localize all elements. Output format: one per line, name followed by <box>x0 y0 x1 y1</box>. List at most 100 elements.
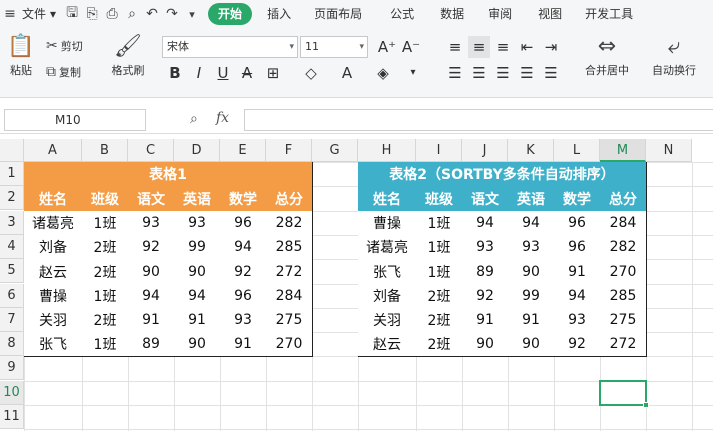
table2-data-cell[interactable]: 93 <box>554 308 601 333</box>
table1-header-cell[interactable]: 数学 <box>220 186 267 212</box>
table2-data-cell[interactable]: 94 <box>508 211 555 236</box>
table1-data-cell[interactable]: 赵云 <box>24 259 83 285</box>
tab-review[interactable]: 审阅 <box>476 0 524 28</box>
table1-data-cell[interactable]: 1班 <box>82 332 129 357</box>
table2-data-cell[interactable]: 284 <box>600 211 647 236</box>
table2-title[interactable]: 表格2（SORTBY多条件自动排序） <box>358 162 647 187</box>
table2-data-cell[interactable]: 99 <box>508 284 555 309</box>
decrease-font-icon[interactable]: A⁻ <box>400 36 422 58</box>
table1-data-cell[interactable]: 2班 <box>82 259 129 285</box>
row-header-9[interactable]: 9 <box>0 356 24 380</box>
copy-button[interactable]: ⧉ 复制 <box>46 61 81 83</box>
table2-data-cell[interactable]: 91 <box>462 308 509 333</box>
table1-header-cell[interactable]: 姓名 <box>24 186 83 212</box>
tab-data[interactable]: 数据 <box>428 0 476 28</box>
underline-icon[interactable]: U <box>212 62 234 84</box>
table2-data-cell[interactable]: 96 <box>554 211 601 236</box>
row-header-1[interactable]: 1 <box>0 162 24 186</box>
column-header-f[interactable]: F <box>266 139 312 162</box>
table1-data-cell[interactable]: 2班 <box>82 235 129 260</box>
column-header-e[interactable]: E <box>220 139 266 162</box>
table2-data-cell[interactable]: 90 <box>508 332 555 357</box>
column-header-d[interactable]: D <box>174 139 220 162</box>
save-icon[interactable]: 🖫 <box>62 0 82 28</box>
table1-data-cell[interactable]: 92 <box>220 259 267 285</box>
export-pdf-icon[interactable]: ⎘ <box>82 0 102 28</box>
cut-button[interactable]: ✂ 剪切 <box>46 35 83 57</box>
paste-button[interactable]: 📋 粘贴 <box>4 32 38 78</box>
row-header-5[interactable]: 5 <box>0 259 24 283</box>
table2-data-cell[interactable]: 刘备 <box>358 284 417 309</box>
table1-header-cell[interactable]: 英语 <box>174 186 221 212</box>
row-header-10[interactable]: 10 <box>0 381 24 405</box>
table1-data-cell[interactable]: 关羽 <box>24 308 83 333</box>
table1-data-cell[interactable]: 94 <box>128 284 175 309</box>
table2-header-cell[interactable]: 英语 <box>508 186 555 212</box>
table1-data-cell[interactable]: 270 <box>266 332 313 357</box>
redo-icon[interactable]: ↷ <box>162 0 182 28</box>
wrap-text-button[interactable]: ⤶ 自动换行 <box>646 32 702 78</box>
table2-data-cell[interactable]: 89 <box>462 259 509 285</box>
table1-header-cell[interactable]: 总分 <box>266 186 313 212</box>
merge-center-button[interactable]: ⇔ 合并居中 <box>576 32 638 78</box>
row-header-11[interactable]: 11 <box>0 405 24 429</box>
table2-data-cell[interactable]: 92 <box>462 284 509 309</box>
tab-insert[interactable]: 插入 <box>258 0 300 28</box>
table2-data-cell[interactable]: 94 <box>554 284 601 309</box>
table1-data-cell[interactable]: 1班 <box>82 284 129 309</box>
table1-data-cell[interactable]: 275 <box>266 308 313 333</box>
column-header-j[interactable]: J <box>462 139 508 162</box>
formula-input[interactable] <box>244 109 713 131</box>
tab-page-layout[interactable]: 页面布局 <box>300 0 376 28</box>
fx-icon[interactable]: fx <box>216 110 229 126</box>
row-header-2[interactable]: 2 <box>0 186 24 210</box>
column-header-l[interactable]: L <box>554 139 600 162</box>
table2-data-cell[interactable]: 诸葛亮 <box>358 235 417 260</box>
tab-view[interactable]: 视图 <box>524 0 576 28</box>
table2-data-cell[interactable]: 282 <box>600 235 647 260</box>
font-name-select[interactable]: 宋体 ▾ <box>162 36 298 58</box>
strikethrough-icon[interactable]: A <box>236 62 258 84</box>
table1-data-cell[interactable]: 93 <box>220 308 267 333</box>
table1-data-cell[interactable]: 285 <box>266 235 313 260</box>
row-header-6[interactable]: 6 <box>0 284 24 308</box>
table1-data-cell[interactable]: 91 <box>174 308 221 333</box>
table1-data-cell[interactable]: 96 <box>220 284 267 309</box>
align-right-icon[interactable]: ☰ <box>492 62 514 84</box>
table2-data-cell[interactable]: 曹操 <box>358 211 417 236</box>
table1-data-cell[interactable]: 诸葛亮 <box>24 211 83 236</box>
table1-data-cell[interactable]: 96 <box>220 211 267 236</box>
align-center-icon[interactable]: ☰ <box>468 62 490 84</box>
table1-data-cell[interactable]: 93 <box>128 211 175 236</box>
table2-data-cell[interactable]: 赵云 <box>358 332 417 357</box>
indent-decrease-icon[interactable]: ⇤ <box>516 36 538 58</box>
column-header-c[interactable]: C <box>128 139 174 162</box>
table2-data-cell[interactable]: 272 <box>600 332 647 357</box>
table2-data-cell[interactable]: 285 <box>600 284 647 309</box>
table2-header-cell[interactable]: 数学 <box>554 186 601 212</box>
align-bottom-icon[interactable]: ≡ <box>492 36 514 58</box>
border-icon[interactable]: ⊞ <box>262 62 284 84</box>
table1-header-cell[interactable]: 班级 <box>82 186 129 212</box>
distribute-icon[interactable]: ☰ <box>540 62 562 84</box>
table1-data-cell[interactable]: 93 <box>174 211 221 236</box>
tab-home[interactable]: 开始 <box>208 3 253 25</box>
column-header-a[interactable]: A <box>24 139 82 162</box>
print-preview-icon[interactable]: ⌕ <box>122 0 142 28</box>
more-format-icon[interactable]: ▾ <box>402 62 424 84</box>
table1-data-cell[interactable]: 92 <box>128 235 175 260</box>
justify-icon[interactable]: ☰ <box>516 62 538 84</box>
table1-data-cell[interactable]: 284 <box>266 284 313 309</box>
table2-data-cell[interactable]: 94 <box>462 211 509 236</box>
column-header-h[interactable]: H <box>358 139 416 162</box>
fill-color-icon[interactable]: ◇ <box>300 62 322 84</box>
active-cell-selection[interactable] <box>599 380 649 408</box>
tab-formulas[interactable]: 公式 <box>376 0 428 28</box>
table2-data-cell[interactable]: 91 <box>508 308 555 333</box>
table1-data-cell[interactable]: 90 <box>174 259 221 285</box>
table2-data-cell[interactable]: 92 <box>554 332 601 357</box>
column-header-m[interactable]: M <box>600 139 646 162</box>
clear-format-icon[interactable]: ◈ <box>372 62 394 84</box>
name-box[interactable]: M10 <box>4 109 146 131</box>
column-header-b[interactable]: B <box>82 139 128 162</box>
